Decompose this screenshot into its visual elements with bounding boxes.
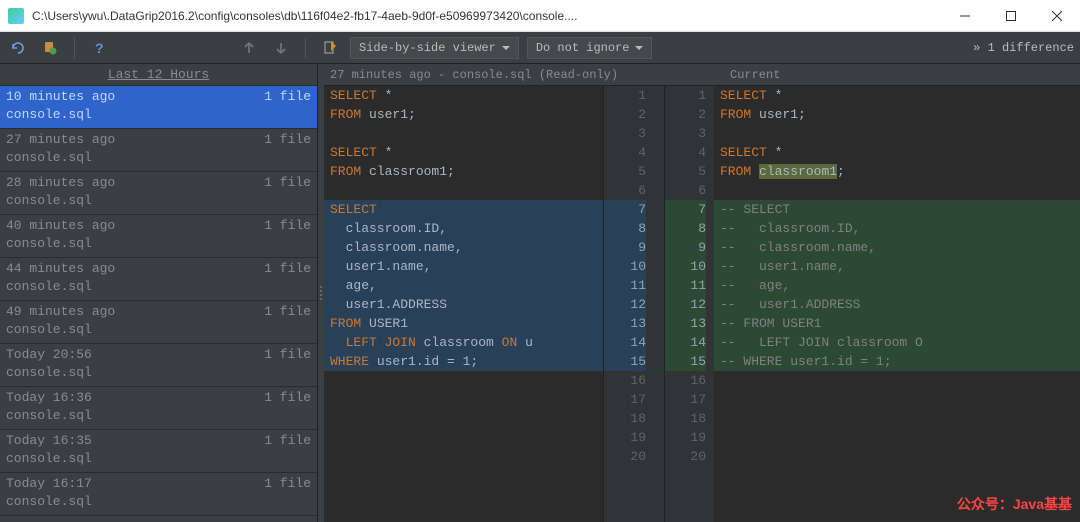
history-item[interactable]: Today 16:361 fileconsole.sql [0, 387, 317, 430]
history-item[interactable]: 28 minutes ago1 fileconsole.sql [0, 172, 317, 215]
ignore-mode-dropdown[interactable]: Do not ignore [527, 37, 653, 59]
separator [74, 38, 75, 58]
chevron-down-icon [502, 44, 510, 52]
svg-text:?: ? [95, 40, 104, 56]
sidebar-header: Last 12 Hours [0, 64, 317, 86]
prev-diff-icon[interactable] [237, 36, 261, 60]
history-item[interactable]: 44 minutes ago1 fileconsole.sql [0, 258, 317, 301]
chevron-down-icon [635, 44, 643, 52]
history-item[interactable]: 49 minutes ago1 fileconsole.sql [0, 301, 317, 344]
history-item[interactable]: 10 minutes ago1 fileconsole.sql [0, 86, 317, 129]
right-pane-header: Current [730, 68, 1080, 82]
diff-header: 27 minutes ago - console.sql (Read-only)… [324, 64, 1080, 86]
maximize-button[interactable] [988, 0, 1034, 32]
diff-body: SELECT *FROM user1; SELECT *FROM classro… [324, 86, 1080, 522]
revert-icon[interactable] [6, 36, 30, 60]
history-item[interactable]: 27 minutes ago1 fileconsole.sql [0, 129, 317, 172]
watermark: 公众号：Java基基 [957, 494, 1072, 514]
gutter: 1234567891011121314151617181920 12345678… [604, 86, 714, 522]
history-item[interactable]: 40 minutes ago1 fileconsole.sql [0, 215, 317, 258]
paste-icon[interactable] [38, 36, 62, 60]
ignore-mode-label: Do not ignore [536, 41, 630, 55]
viewer-mode-dropdown[interactable]: Side-by-side viewer [350, 37, 519, 59]
separator [305, 38, 306, 58]
diff-count-label: » 1 difference [973, 41, 1074, 55]
history-list: 10 minutes ago1 fileconsole.sql27 minute… [0, 86, 317, 516]
window-title: C:\Users\ywu\.DataGrip2016.2\config\cons… [32, 9, 942, 23]
left-pane-header: 27 minutes ago - console.sql (Read-only) [330, 68, 620, 82]
close-button[interactable] [1034, 0, 1080, 32]
minimize-button[interactable] [942, 0, 988, 32]
help-icon[interactable]: ? [87, 36, 111, 60]
right-code-pane[interactable]: SELECT *FROM user1; SELECT *FROM classro… [714, 86, 1080, 522]
app-icon [8, 8, 24, 24]
history-sidebar: Last 12 Hours 10 minutes ago1 fileconsol… [0, 64, 318, 522]
left-code-pane[interactable]: SELECT *FROM user1; SELECT *FROM classro… [324, 86, 604, 522]
viewer-mode-label: Side-by-side viewer [359, 41, 496, 55]
history-item[interactable]: Today 16:351 fileconsole.sql [0, 430, 317, 473]
main-area: Last 12 Hours 10 minutes ago1 fileconsol… [0, 64, 1080, 522]
diff-toolbar: ? Side-by-side viewer Do not ignore » 1 … [0, 32, 1080, 64]
history-item[interactable]: Today 20:561 fileconsole.sql [0, 344, 317, 387]
next-diff-icon[interactable] [269, 36, 293, 60]
window-titlebar: C:\Users\ywu\.DataGrip2016.2\config\cons… [0, 0, 1080, 32]
diff-viewer: 27 minutes ago - console.sql (Read-only)… [324, 64, 1080, 522]
edit-icon[interactable] [318, 36, 342, 60]
history-item[interactable]: Today 16:171 fileconsole.sql [0, 473, 317, 516]
